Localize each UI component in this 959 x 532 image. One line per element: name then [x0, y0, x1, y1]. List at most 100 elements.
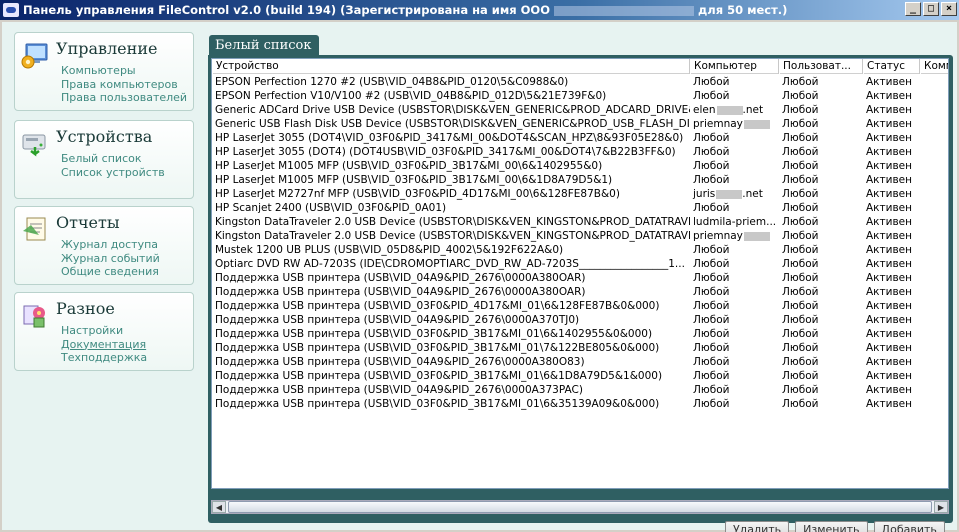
link-user-rights[interactable]: Права пользователей: [61, 91, 187, 105]
table-row[interactable]: HP LaserJet M1005 MFP (USB\VID_03F0&PID_…: [212, 173, 948, 187]
table-row[interactable]: Optiarc DVD RW AD-7203S (IDE\CDROMOPTIAR…: [212, 257, 948, 271]
cell-computer: Любой: [693, 356, 730, 368]
delete-button[interactable]: Удалить: [725, 521, 790, 532]
cell-device: Generic ADCard Drive USB Device (USBSTOR…: [215, 104, 690, 116]
section-title: Управление: [56, 39, 158, 58]
section-misc: Разное Настройки Документация Техподдерж…: [14, 292, 194, 371]
cell-comment: [920, 243, 948, 257]
table-row[interactable]: Generic ADCard Drive USB Device (USBSTOR…: [212, 103, 948, 117]
table-row[interactable]: Поддержка USB принтера (USB\VID_04A9&PID…: [212, 383, 948, 397]
cell-status: Активен: [866, 160, 912, 172]
section-reports: Отчеты Журнал доступа Журнал событий Общ…: [14, 206, 194, 285]
table-row[interactable]: Поддержка USB принтера (USB\VID_04A9&PID…: [212, 271, 948, 285]
close-button[interactable]: ×: [941, 2, 957, 16]
redacted-mask: [716, 189, 743, 199]
minimize-button[interactable]: _: [905, 2, 921, 16]
cell-comment: [920, 145, 948, 159]
cell-status: Активен: [866, 76, 912, 88]
cell-status: Активен: [866, 356, 912, 368]
link-computer-rights[interactable]: Права компьютеров: [61, 78, 187, 92]
maximize-button[interactable]: □: [923, 2, 939, 16]
column-header-comment[interactable]: Комм: [920, 59, 948, 74]
link-summary[interactable]: Общие сведения: [61, 265, 160, 279]
button-bar: Удалить Изменить Добавить: [725, 521, 945, 532]
tab-whitelist[interactable]: Белый список: [209, 35, 319, 57]
cell-device: Поддержка USB принтера (USB\VID_03F0&PID…: [215, 328, 653, 340]
cell-computer: juris .net: [693, 188, 763, 200]
redacted-mask: [716, 105, 743, 115]
cell-comment: [920, 89, 948, 103]
cell-device: HP Scanjet 2400 (USB\VID_03F0&PID_0A01): [215, 202, 447, 214]
misc-icon: [23, 305, 45, 328]
cell-user: Любой: [782, 314, 819, 326]
cell-computer: Любой: [693, 90, 730, 102]
cell-status: Активен: [866, 258, 912, 270]
cell-user: Любой: [782, 188, 819, 200]
device-list[interactable]: Устройство Компьютер Пользоват... Статус…: [211, 58, 949, 489]
title-bar: Панель управления FileControl v2.0 (buil…: [0, 0, 959, 20]
table-row[interactable]: Поддержка USB принтера (USB\VID_03F0&PID…: [212, 369, 948, 383]
table-row[interactable]: HP LaserJet M2727nf MFP (USB\VID_03F0&PI…: [212, 187, 948, 201]
table-row[interactable]: EPSON Perfection V10/V100 #2 (USB\VID_04…: [212, 89, 948, 103]
horizontal-scrollbar[interactable]: ◀ ▶: [211, 500, 949, 514]
scroll-thumb[interactable]: [228, 501, 932, 513]
cell-computer: Любой: [693, 258, 730, 270]
cell-comment: [920, 173, 948, 187]
cell-status: Активен: [866, 118, 912, 130]
table-row[interactable]: HP LaserJet M1005 MFP (USB\VID_03F0&PID_…: [212, 159, 948, 173]
cell-user: Любой: [782, 244, 819, 256]
link-support[interactable]: Техподдержка: [61, 351, 147, 365]
link-event-log[interactable]: Журнал событий: [61, 252, 160, 266]
link-access-log[interactable]: Журнал доступа: [61, 238, 160, 252]
cell-device: Optiarc DVD RW AD-7203S (IDE\CDROMOPTIAR…: [215, 258, 685, 270]
cell-comment: [920, 327, 948, 341]
column-header-user[interactable]: Пользоват...: [779, 59, 863, 74]
table-row[interactable]: HP LaserJet 3055 (DOT4\VID_03F0&PID_3417…: [212, 131, 948, 145]
table-row[interactable]: Поддержка USB принтера (USB\VID_03F0&PID…: [212, 341, 948, 355]
table-row[interactable]: HP Scanjet 2400 (USB\VID_03F0&PID_0A01) Л…: [212, 201, 948, 215]
cell-comment: [920, 187, 948, 201]
edit-button[interactable]: Изменить: [795, 521, 868, 532]
redacted-name: [553, 5, 694, 16]
computer-suffix: .net: [742, 188, 763, 200]
table-row[interactable]: Поддержка USB принтера (USB\VID_03F0&PID…: [212, 397, 948, 411]
redacted-mask: [743, 231, 770, 241]
cell-device: HP LaserJet M1005 MFP (USB\VID_03F0&PID_…: [215, 174, 613, 186]
table-row[interactable]: EPSON Perfection 1270 #2 (USB\VID_04B8&P…: [212, 75, 948, 89]
cell-device: Поддержка USB принтера (USB\VID_04A9&PID…: [215, 356, 585, 368]
cell-comment: [920, 257, 948, 271]
cell-status: Активен: [866, 342, 912, 354]
cell-comment: [920, 159, 948, 173]
table-row[interactable]: Поддержка USB принтера (USB\VID_03F0&PID…: [212, 299, 948, 313]
add-button[interactable]: Добавить: [873, 521, 945, 532]
table-row[interactable]: Kingston DataTraveler 2.0 USB Device (US…: [212, 229, 948, 243]
cell-user: Любой: [782, 216, 819, 228]
cell-computer: Любой: [693, 174, 730, 186]
cell-comment: [920, 271, 948, 285]
link-documentation[interactable]: Документация: [61, 338, 147, 352]
table-row[interactable]: HP LaserJet 3055 (DOT4) (DOT4USB\VID_03F…: [212, 145, 948, 159]
table-row[interactable]: Kingston DataTraveler 2.0 USB Device (US…: [212, 215, 948, 229]
table-row[interactable]: Generic USB Flash Disk USB Device (USBST…: [212, 117, 948, 131]
column-header-device[interactable]: Устройство: [212, 59, 690, 74]
table-row[interactable]: Поддержка USB принтера (USB\VID_04A9&PID…: [212, 313, 948, 327]
column-header-status[interactable]: Статус: [863, 59, 920, 74]
table-row[interactable]: Mustek 1200 UB PLUS (USB\VID_05D8&PID_40…: [212, 243, 948, 257]
table-row[interactable]: Поддержка USB принтера (USB\VID_04A9&PID…: [212, 285, 948, 299]
scroll-right-icon[interactable]: ▶: [934, 501, 948, 513]
cell-computer: Любой: [693, 370, 730, 382]
link-computers[interactable]: Компьютеры: [61, 64, 187, 78]
link-device-list[interactable]: Список устройств: [61, 166, 165, 180]
table-row[interactable]: Поддержка USB принтера (USB\VID_04A9&PID…: [212, 355, 948, 369]
table-row[interactable]: Поддержка USB принтера (USB\VID_03F0&PID…: [212, 327, 948, 341]
cell-device: HP LaserJet 3055 (DOT4) (DOT4USB\VID_03F…: [215, 146, 676, 158]
cell-comment: [920, 397, 948, 411]
scroll-left-icon[interactable]: ◀: [212, 501, 226, 513]
link-whitelist[interactable]: Белый список: [61, 152, 165, 166]
cell-user: Любой: [782, 286, 819, 298]
report-icon: [23, 217, 46, 241]
column-header-computer[interactable]: Компьютер: [690, 59, 779, 74]
cell-device: Поддержка USB принтера (USB\VID_04A9&PID…: [215, 314, 580, 326]
link-settings[interactable]: Настройки: [61, 324, 147, 338]
cell-device: Поддержка USB принтера (USB\VID_03F0&PID…: [215, 300, 660, 312]
